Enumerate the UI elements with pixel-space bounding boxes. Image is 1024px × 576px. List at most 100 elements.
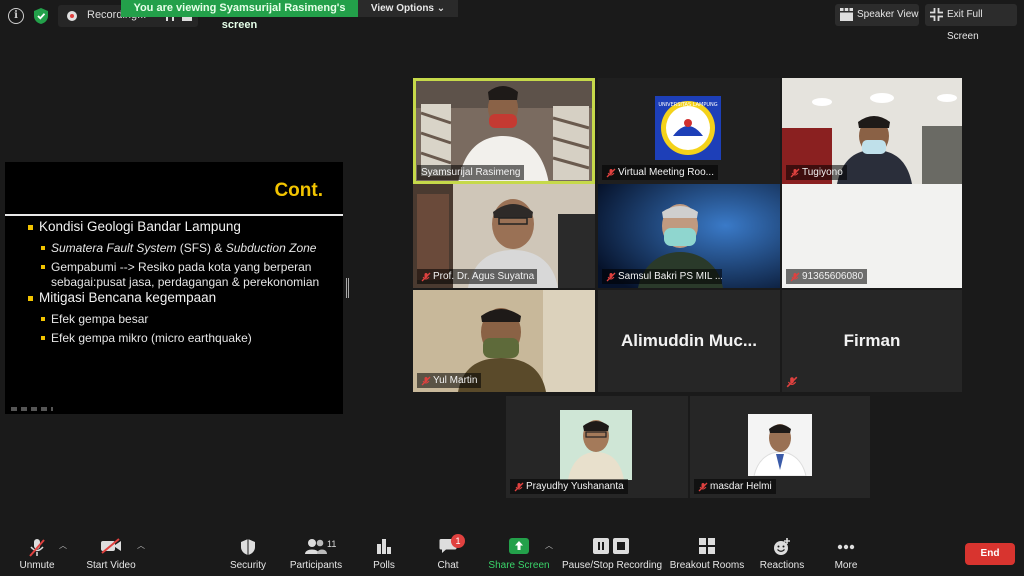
pause-stop-recording-icon — [593, 538, 629, 554]
chat-label: Chat — [437, 560, 459, 571]
exit-full-screen-icon — [930, 8, 943, 21]
slide-subbullet: Sumatera Fault System (SFS) & Subduction… — [51, 241, 316, 255]
exit-full-screen-button[interactable]: Exit Full Screen — [925, 4, 1017, 42]
muted-mic-icon — [606, 272, 616, 282]
meeting-info-icon[interactable]: i — [8, 8, 24, 24]
unmute-label: Unmute — [19, 560, 55, 571]
participants-button[interactable]: 11 Participants — [286, 528, 346, 576]
bullet-marker — [41, 265, 45, 269]
video-tile[interactable]: Syamsurijal Rasimeng — [413, 78, 595, 184]
participant-name: Tugiyono — [786, 165, 847, 180]
shared-screen: Cont. Kondisi Geologi Bandar Lampung Sum… — [5, 162, 343, 414]
polls-label: Polls — [373, 560, 395, 571]
chevron-up-icon[interactable]: ︿ — [59, 540, 67, 551]
muted-mic-icon — [606, 168, 616, 178]
start-video-label: Start Video — [86, 560, 136, 571]
view-options-button[interactable]: View Options ⌄ — [358, 0, 458, 17]
video-tile[interactable]: Alimuddin Muc... — [598, 290, 780, 392]
muted-mic-icon — [514, 482, 524, 492]
share-screen-icon — [509, 538, 529, 554]
participant-name-text: Prayudhy Yushananta — [526, 481, 624, 492]
video-tile[interactable]: Prayudhy Yushananta — [506, 396, 688, 498]
chevron-down-icon: ⌄ — [436, 3, 446, 14]
slide-divider — [5, 214, 343, 216]
meeting-toolbar: Unmute ︿ Start Video ︿ Security 11 Parti… — [0, 528, 1024, 576]
muted-microphone-icon — [29, 539, 45, 557]
top-bar: i Recording... You are viewing Syamsurij… — [0, 0, 1024, 42]
participant-name-text: Tugiyono — [802, 167, 843, 178]
video-tile[interactable]: Prof. Dr. Agus Suyatna — [413, 184, 595, 288]
more-label: More — [834, 560, 858, 571]
chat-badge: 1 — [451, 534, 465, 548]
video-tile[interactable]: Firman — [782, 290, 962, 392]
participant-name: Prof. Dr. Agus Suyatna — [417, 269, 537, 284]
polls-button[interactable]: Polls — [364, 528, 404, 576]
slide-text-italic: Sumatera Fault System — [51, 241, 177, 255]
more-button[interactable]: More — [826, 528, 866, 576]
muted-mic-icon — [790, 168, 800, 178]
chevron-up-icon[interactable]: ︿ — [137, 540, 145, 551]
breakout-rooms-icon — [699, 538, 715, 554]
participant-name: Prayudhy Yushananta — [510, 479, 628, 494]
chevron-up-icon[interactable]: ︿ — [545, 540, 553, 551]
participant-name: Virtual Meeting Roo... — [602, 165, 718, 180]
slide-subbullet: Efek gempa mikro (micro earthquake) — [51, 331, 252, 345]
reactions-button[interactable]: Reactions — [758, 528, 806, 576]
video-tile[interactable]: 91365606080 — [782, 184, 962, 288]
bullet-marker — [28, 225, 33, 230]
video-tile[interactable]: Yul Martin — [413, 290, 595, 392]
pause-stop-recording-label: Pause/Stop Recording — [562, 560, 663, 571]
end-meeting-button[interactable]: End — [965, 543, 1015, 565]
video-tile[interactable]: masdar Helmi — [690, 396, 870, 498]
participant-name-text: Prof. Dr. Agus Suyatna — [433, 271, 535, 282]
security-label: Security — [229, 560, 267, 571]
slide-controls[interactable] — [11, 407, 53, 411]
video-tile[interactable]: Samsul Bakri PS MIL ... — [598, 184, 780, 288]
speaker-view-label: Speaker View — [857, 9, 919, 20]
resize-handle[interactable] — [346, 278, 349, 298]
exit-full-screen-label: Exit Full Screen — [947, 9, 983, 42]
view-options-label: View Options — [370, 3, 434, 14]
video-tile[interactable]: UNIVERSITAS LAMPUNG Virtual Meeting Roo.… — [598, 78, 780, 184]
start-video-button[interactable]: Start Video — [80, 528, 142, 576]
profile-photo — [748, 414, 812, 476]
participants-icon — [305, 539, 327, 554]
participant-name-large: Alimuddin Muc... — [621, 331, 757, 350]
participant-name: 91365606080 — [786, 269, 868, 284]
shield-icon[interactable] — [33, 7, 49, 25]
viewing-screen-banner: You are viewing Syamsurijal Rasimeng's s… — [121, 0, 358, 31]
speaker-view-icon — [840, 8, 853, 21]
slide-subbullet-cont: sebagai:pusat jasa, perdagangan & pereko… — [51, 275, 320, 289]
reactions-label: Reactions — [759, 560, 805, 571]
slide-bullet: Kondisi Geologi Bandar Lampung — [39, 219, 241, 234]
participant-name-text: 91365606080 — [802, 271, 864, 282]
unmute-button[interactable]: Unmute — [10, 528, 64, 576]
chat-button[interactable]: 1 Chat — [428, 528, 468, 576]
muted-mic-icon — [421, 376, 431, 386]
slide-text-italic: Subduction Zone — [225, 241, 317, 255]
slide-subbullet: Efek gempa besar — [51, 312, 149, 326]
participants-label: Participants — [289, 560, 343, 571]
slide-subbullet: Gempabumi --> Resiko pada kota yang berp… — [51, 260, 312, 274]
slide-text: (SFS) & — [176, 241, 226, 255]
bullet-marker — [28, 296, 33, 301]
pause-stop-recording-button[interactable]: Pause/Stop Recording — [562, 528, 663, 576]
participant-name-large: Firman — [843, 331, 901, 350]
participants-count: 11 — [327, 539, 337, 549]
muted-mic-icon — [786, 376, 798, 388]
participant-name: masdar Helmi — [694, 479, 776, 494]
participant-name-text: Samsul Bakri PS MIL ... — [618, 271, 722, 282]
reactions-icon — [774, 538, 790, 555]
security-button[interactable]: Security — [224, 528, 272, 576]
video-tile[interactable]: Tugiyono — [782, 78, 962, 184]
speaker-view-button[interactable]: Speaker View — [835, 4, 919, 26]
breakout-rooms-button[interactable]: Breakout Rooms — [668, 528, 746, 576]
share-screen-button[interactable]: Share Screen — [488, 528, 550, 576]
record-icon — [67, 11, 77, 21]
slide-bullet: Mitigasi Bencana kegempaan — [39, 290, 217, 305]
university-logo-icon: UNIVERSITAS LAMPUNG — [655, 96, 721, 160]
participant-name-text: masdar Helmi — [710, 481, 772, 492]
polls-icon — [377, 539, 391, 554]
participant-name-text: Yul Martin — [433, 375, 478, 386]
breakout-rooms-label: Breakout Rooms — [669, 560, 745, 571]
